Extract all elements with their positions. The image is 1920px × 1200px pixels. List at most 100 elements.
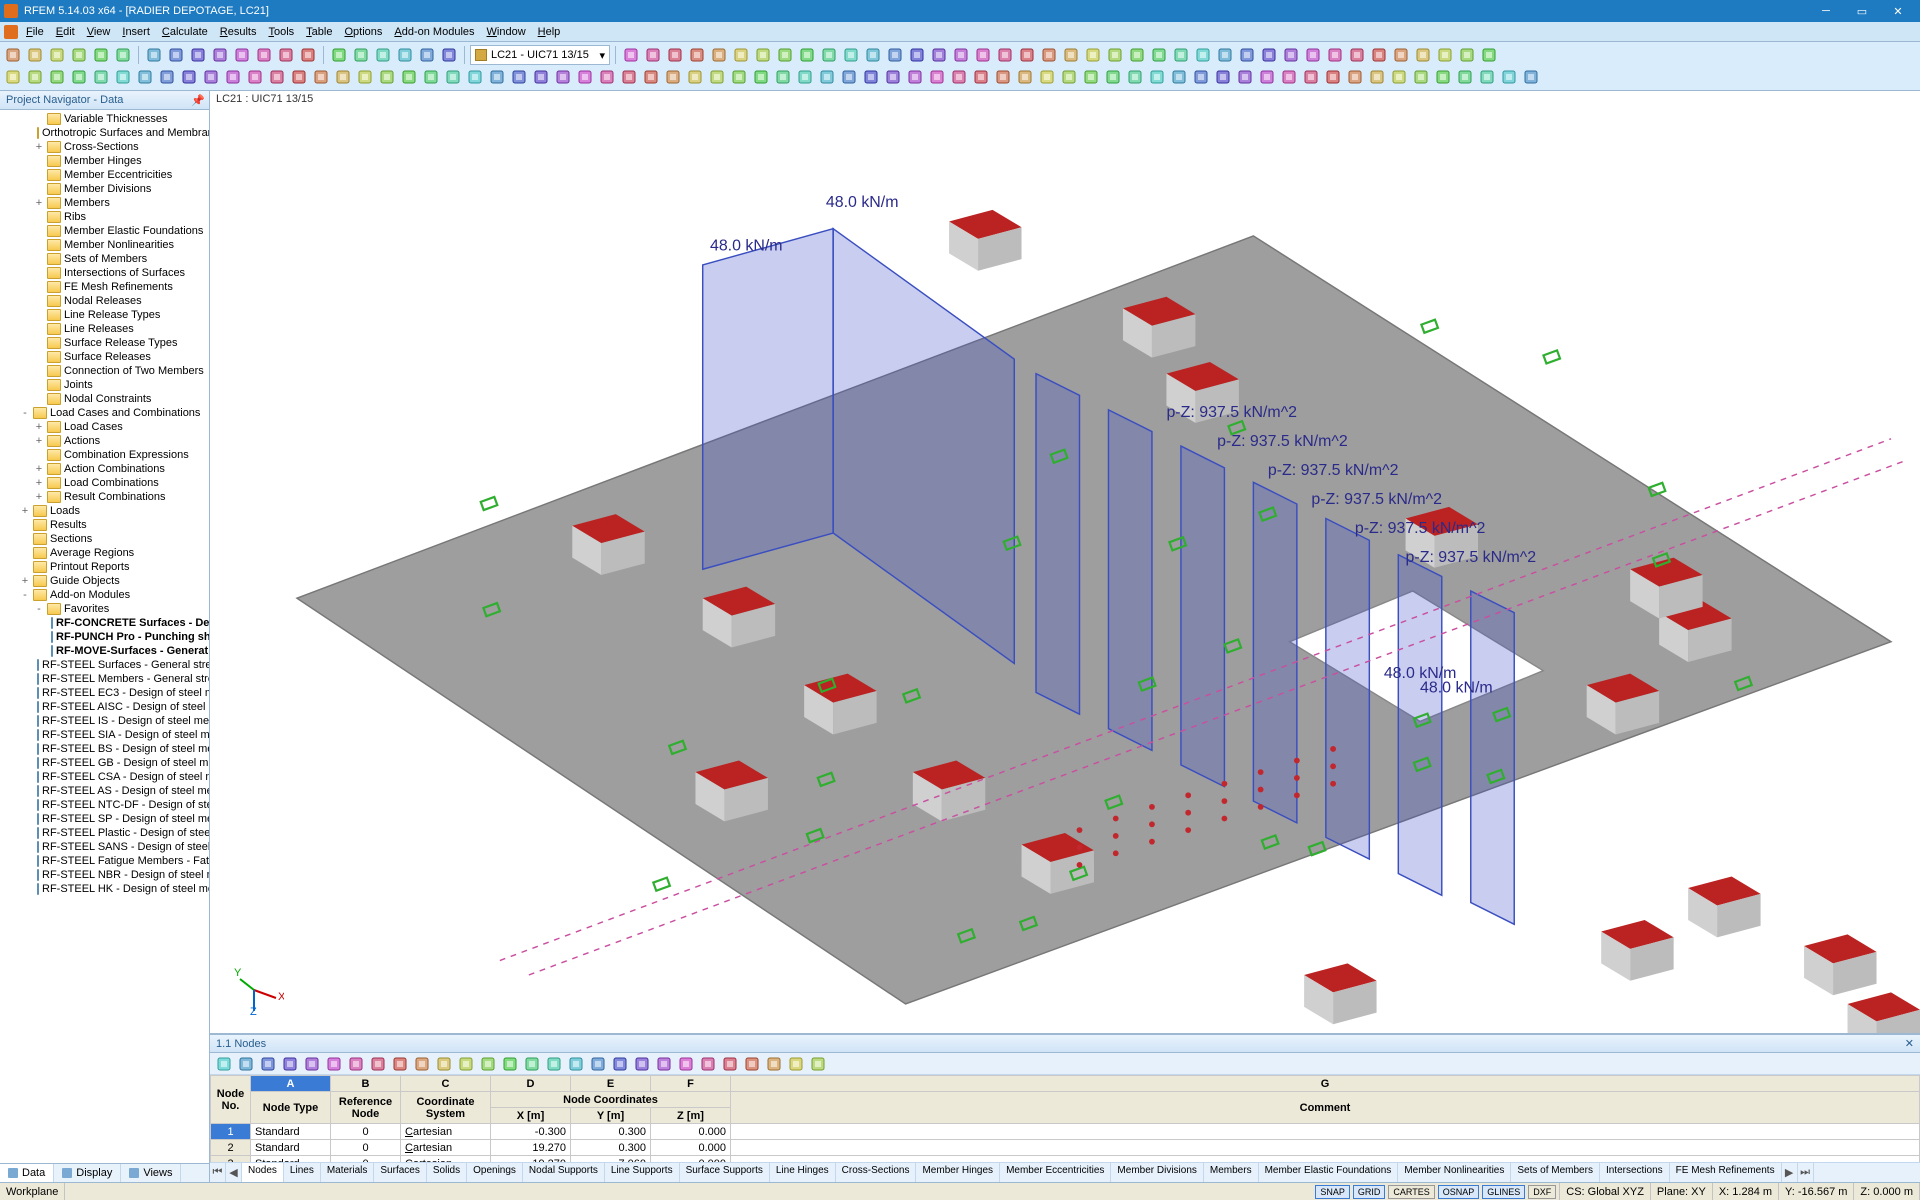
toolbar-button[interactable]	[91, 67, 111, 87]
toolbar-button[interactable]	[619, 67, 639, 87]
loadcase-combo[interactable]: LC21 - UIC71 13/15 ▾	[470, 45, 610, 65]
cell[interactable]: -0.300	[491, 1124, 571, 1140]
toolbar-button[interactable]	[166, 45, 186, 65]
toolbar-button[interactable]	[676, 1054, 696, 1074]
toolbar-button[interactable]	[390, 1054, 410, 1074]
toolbar-button[interactable]	[1259, 45, 1279, 65]
toolbar-button[interactable]	[1081, 67, 1101, 87]
toolbar-button[interactable]	[927, 67, 947, 87]
toolbar-button[interactable]	[1257, 67, 1277, 87]
col-letter[interactable]: C	[401, 1076, 491, 1092]
tree-twist-icon[interactable]: +	[20, 575, 30, 587]
table-close-icon[interactable]: ✕	[1905, 1037, 1914, 1050]
tree-node[interactable]: RF-STEEL SP - Design of steel members	[0, 812, 209, 826]
toolbar-button[interactable]	[302, 1054, 322, 1074]
tree-node[interactable]: RF-STEEL NTC-DF - Design of steel mem	[0, 798, 209, 812]
toolbar-button[interactable]	[395, 45, 415, 65]
status-toggle-glines[interactable]: GLINES	[1482, 1185, 1525, 1199]
toolbar-button[interactable]	[368, 1054, 388, 1074]
menu-add-on-modules[interactable]: Add-on Modules	[388, 24, 480, 40]
menu-edit[interactable]: Edit	[50, 24, 81, 40]
tree-node[interactable]: Average Regions	[0, 546, 209, 560]
toolbar-button[interactable]	[245, 67, 265, 87]
col-letter[interactable]: A	[251, 1076, 331, 1092]
cell[interactable]: 0.000	[651, 1140, 731, 1156]
tree-node[interactable]: -Load Cases and Combinations	[0, 406, 209, 420]
toolbar-button[interactable]	[907, 45, 927, 65]
toolbar-button[interactable]	[144, 45, 164, 65]
toolbar-button[interactable]	[351, 45, 371, 65]
status-toggle-osnap[interactable]: OSNAP	[1438, 1185, 1480, 1199]
toolbar-button[interactable]	[1455, 67, 1475, 87]
tree-node[interactable]: Variable Thicknesses	[0, 112, 209, 126]
tree-node[interactable]: +Guide Objects	[0, 574, 209, 588]
toolbar-button[interactable]	[795, 67, 815, 87]
toolbar-button[interactable]	[709, 45, 729, 65]
toolbar-button[interactable]	[157, 67, 177, 87]
toolbar-button[interactable]	[993, 67, 1013, 87]
toolbar-button[interactable]	[797, 45, 817, 65]
tree-node[interactable]: RF-CONCRETE Surfaces - Design of	[0, 616, 209, 630]
tree-twist-icon[interactable]: +	[34, 421, 44, 433]
toolbar-button[interactable]	[465, 67, 485, 87]
tree-twist-icon[interactable]: +	[34, 141, 44, 153]
tree-node[interactable]: Orthotropic Surfaces and Membranes	[0, 126, 209, 140]
toolbar-button[interactable]	[839, 67, 859, 87]
table-tab[interactable]: Nodes	[242, 1163, 284, 1182]
toolbar-button[interactable]	[412, 1054, 432, 1074]
col-letter[interactable]: E	[571, 1076, 651, 1092]
pin-icon[interactable]: 📌	[191, 94, 203, 106]
toolbar-button[interactable]	[434, 1054, 454, 1074]
toolbar-button[interactable]	[232, 45, 252, 65]
toolbar-button[interactable]	[929, 45, 949, 65]
toolbar-button[interactable]	[1477, 67, 1497, 87]
toolbar-button[interactable]	[1059, 67, 1079, 87]
toolbar-button[interactable]	[707, 67, 727, 87]
toolbar-button[interactable]	[1369, 45, 1389, 65]
toolbar-button[interactable]	[223, 67, 243, 87]
toolbar-button[interactable]	[1323, 67, 1343, 87]
toolbar-button[interactable]	[817, 67, 837, 87]
table-tab[interactable]: Member Elastic Foundations	[1259, 1163, 1399, 1182]
tree-twist-icon[interactable]: -	[34, 603, 44, 615]
tree-node[interactable]: RF-STEEL Members - General stress anal	[0, 672, 209, 686]
col-letter[interactable]: D	[491, 1076, 571, 1092]
menu-table[interactable]: Table	[300, 24, 338, 40]
tree-node[interactable]: Joints	[0, 378, 209, 392]
col-header[interactable]: Z [m]	[651, 1108, 731, 1124]
toolbar-button[interactable]	[25, 45, 45, 65]
toolbar-button[interactable]	[885, 45, 905, 65]
tree-node[interactable]: RF-STEEL HK - Design of steel members	[0, 882, 209, 896]
toolbar-button[interactable]	[643, 45, 663, 65]
toolbar-button[interactable]	[135, 67, 155, 87]
tree-node[interactable]: Member Divisions	[0, 182, 209, 196]
tree-node[interactable]: RF-STEEL NBR - Design of steel member	[0, 868, 209, 882]
toolbar-button[interactable]	[531, 67, 551, 87]
toolbar-button[interactable]	[1213, 67, 1233, 87]
tree-node[interactable]: Member Hinges	[0, 154, 209, 168]
toolbar-button[interactable]	[1301, 67, 1321, 87]
toolbar-button[interactable]	[276, 45, 296, 65]
toolbar-button[interactable]	[1433, 67, 1453, 87]
toolbar-button[interactable]	[1389, 67, 1409, 87]
mdi-control-icon[interactable]	[4, 25, 18, 39]
tree-node[interactable]: RF-STEEL EC3 - Design of steel member	[0, 686, 209, 700]
table-tab[interactable]: Openings	[467, 1163, 523, 1182]
tree-twist-icon[interactable]: +	[34, 491, 44, 503]
toolbar-button[interactable]	[1279, 67, 1299, 87]
toolbar-button[interactable]	[729, 67, 749, 87]
tree-node[interactable]: RF-STEEL Surfaces - General stress analy	[0, 658, 209, 672]
tree-node[interactable]: FE Mesh Refinements	[0, 280, 209, 294]
tree-twist-icon[interactable]: +	[34, 477, 44, 489]
tree-twist-icon[interactable]: -	[20, 589, 30, 601]
toolbar-button[interactable]	[863, 45, 883, 65]
toolbar-button[interactable]	[995, 45, 1015, 65]
toolbar-button[interactable]	[47, 67, 67, 87]
tree-node[interactable]: Sections	[0, 532, 209, 546]
table-tab[interactable]: Cross-Sections	[836, 1163, 917, 1182]
toolbar-button[interactable]	[973, 45, 993, 65]
status-toggle-grid[interactable]: GRID	[1353, 1185, 1386, 1199]
toolbar-button[interactable]	[1499, 67, 1519, 87]
toolbar-button[interactable]	[1215, 45, 1235, 65]
toolbar-button[interactable]	[346, 1054, 366, 1074]
